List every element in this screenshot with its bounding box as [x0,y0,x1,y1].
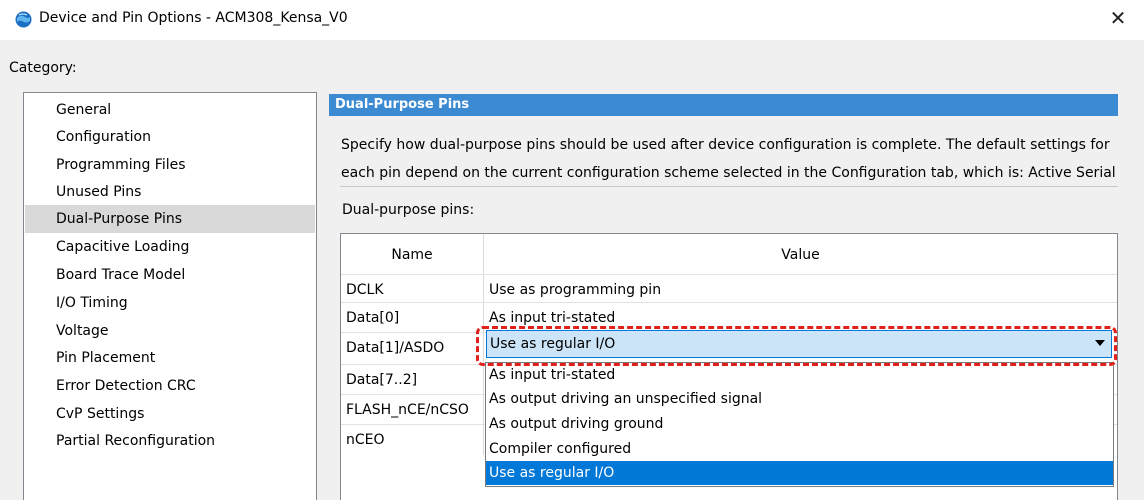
dropdown-option[interactable]: As output driving ground [486,412,1113,436]
cell-value[interactable]: As input tri-stated [489,303,615,333]
cell-name: FLASH_nCE/nCSO [341,395,484,425]
cell-name: Data[0] [341,303,484,333]
sidebar-item-board-trace-model[interactable]: Board Trace Model [25,261,315,289]
panel-description: Specify how dual-purpose pins should be … [341,131,1121,187]
dropdown-option[interactable]: Compiler configured [486,437,1113,461]
sidebar-item-unused-pins[interactable]: Unused Pins [25,178,315,206]
dropdown-option-selected[interactable]: Use as regular I/O [486,461,1113,485]
category-label: Category: [9,60,77,76]
sidebar-item-partial-reconfiguration[interactable]: Partial Reconfiguration [25,427,315,455]
cell-name: DCLK [341,275,484,305]
sidebar-item-general[interactable]: General [25,96,315,124]
category-list: General Configuration Programming Files … [23,92,317,500]
combobox-value: Use as regular I/O [490,336,616,352]
sidebar-item-programming-files[interactable]: Programming Files [25,151,315,179]
sidebar-item-io-timing[interactable]: I/O Timing [25,289,315,317]
cell-name: nCEO [341,425,484,455]
panel-header: Dual-Purpose Pins [329,94,1118,116]
column-header-name[interactable]: Name [341,234,484,274]
sidebar-item-dual-purpose-pins[interactable]: Dual-Purpose Pins [25,205,315,233]
value-combobox[interactable]: Use as regular I/O [486,330,1112,358]
description-line-1: Specify how dual-purpose pins should be … [341,137,1110,153]
window-title: Device and Pin Options - ACM308_Kensa_V0 [39,10,348,26]
sidebar-item-pin-placement[interactable]: Pin Placement [25,344,315,372]
divider [340,186,1118,187]
column-header-value[interactable]: Value [484,234,1117,274]
sidebar-item-cvp-settings[interactable]: CvP Settings [25,400,315,428]
close-icon[interactable]: ✕ [1106,6,1130,30]
sidebar-item-capacitive-loading[interactable]: Capacitive Loading [25,233,315,261]
title-bar: Device and Pin Options - ACM308_Kensa_V0… [0,0,1144,40]
globe-icon [15,11,32,28]
cell-name: Data[7..2] [341,365,484,395]
sidebar-item-configuration[interactable]: Configuration [25,123,315,151]
pins-label: Dual-purpose pins: [342,202,475,218]
table-row[interactable]: DCLK Use as programming pin [341,274,1117,305]
cell-value[interactable]: Use as programming pin [489,275,661,305]
sidebar-item-error-detection-crc[interactable]: Error Detection CRC [25,372,315,400]
value-dropdown-list: As input tri-stated As output driving an… [485,362,1114,487]
dropdown-option[interactable]: As input tri-stated [486,363,1113,387]
dropdown-arrow-icon[interactable] [1095,340,1105,346]
cell-name: Data[1]/ASDO [341,333,484,363]
description-line-2: each pin depend on the current configura… [341,165,1116,181]
sidebar-item-voltage[interactable]: Voltage [25,317,315,345]
dropdown-option[interactable]: As output driving an unspecified signal [486,387,1113,411]
table-row[interactable]: Data[0] As input tri-stated [341,302,1117,333]
